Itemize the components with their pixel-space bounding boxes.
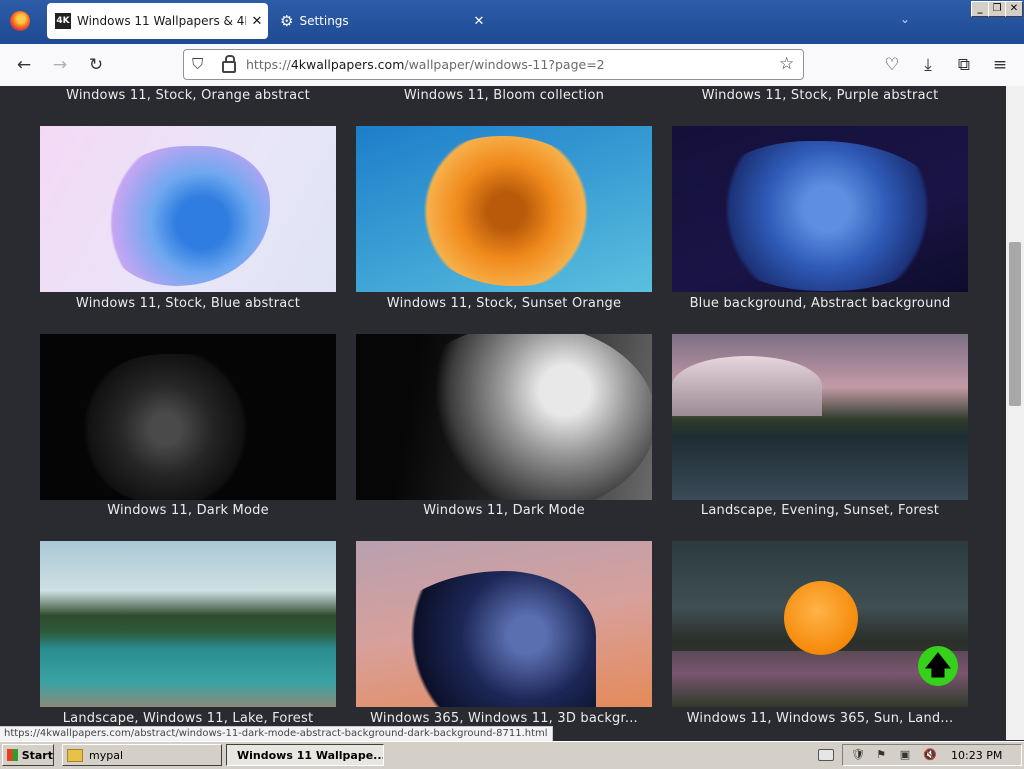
maximize-button[interactable]: ❐ xyxy=(988,1,1006,17)
clock[interactable]: 10:23 PM xyxy=(951,749,1002,762)
network-icon[interactable]: ▣ xyxy=(899,749,911,761)
wallpaper-caption[interactable]: Windows 11, Stock, Sunset Orange xyxy=(356,296,652,311)
reload-icon: ↻ xyxy=(88,55,104,75)
wallpaper-gallery: Windows 11, Stock, Orange abstract Windo… xyxy=(0,86,1006,740)
download-icon: ⤓ xyxy=(924,55,932,75)
wallpaper-caption[interactable]: Windows 11, Dark Mode xyxy=(40,503,336,518)
wallpaper-thumbnail[interactable] xyxy=(356,541,652,707)
url-path: /wallpaper/windows-11?page=2 xyxy=(404,57,605,72)
system-tray: 🛡 ⚑ ▣ 🔇 10:23 PM xyxy=(842,744,1022,766)
extensions-button[interactable]: ⧉ xyxy=(952,53,976,77)
tab-settings[interactable]: ⚙ Settings ✕ xyxy=(272,3,490,39)
start-label: Start xyxy=(21,748,53,762)
tab-title: Windows 11 Wallpapers & 4K Backgrounds xyxy=(77,14,246,28)
abstract-shape xyxy=(396,334,652,500)
tab-title: Settings xyxy=(299,14,349,28)
wallpaper-caption[interactable]: Windows 11, Stock, Blue abstract xyxy=(40,296,336,311)
abstract-shape xyxy=(411,136,601,286)
tab-bar: 4K Windows 11 Wallpapers & 4K Background… xyxy=(0,0,1024,44)
flag-icon[interactable]: ⚑ xyxy=(875,749,887,761)
wallpaper-caption[interactable]: Landscape, Windows 11, Lake, Forest xyxy=(40,711,336,726)
shield-icon[interactable]: ⛉ xyxy=(192,55,203,73)
wallpaper-caption[interactable]: Landscape, Evening, Sunset, Forest xyxy=(672,503,968,518)
taskbar-item-browser[interactable]: Windows 11 Wallpape... xyxy=(226,744,384,766)
scroll-to-top-button[interactable]: 🡅 xyxy=(918,646,958,686)
wallpaper-thumbnail[interactable] xyxy=(40,126,336,292)
sun-shape xyxy=(784,581,858,655)
start-button[interactable]: Start xyxy=(2,744,54,766)
app-menu-button[interactable]: ≡ xyxy=(988,53,1012,77)
windows-logo-icon xyxy=(7,749,18,761)
arrow-right-icon: → xyxy=(52,55,68,75)
wallpaper-caption[interactable]: Windows 11, Bloom collection xyxy=(356,88,652,103)
puzzle-icon: ⧉ xyxy=(957,55,971,75)
wallpaper-caption[interactable]: Windows 11, Windows 365, Sun, Land... xyxy=(672,711,968,726)
volume-muted-icon[interactable]: 🔇 xyxy=(923,749,937,761)
close-tab-icon[interactable]: ✕ xyxy=(468,14,490,29)
reload-button[interactable]: ↻ xyxy=(84,53,108,77)
status-link-preview: https://4kwallpapers.com/abstract/window… xyxy=(0,726,553,742)
security-shield-icon[interactable]: 🛡 xyxy=(851,749,865,761)
keyboard-icon[interactable] xyxy=(818,749,834,761)
wallpaper-thumbnail[interactable] xyxy=(356,126,652,292)
wallpaper-thumbnail[interactable] xyxy=(40,541,336,707)
wallpaper-caption[interactable]: Windows 11, Dark Mode xyxy=(356,503,652,518)
pocket-button[interactable]: ♡ xyxy=(880,53,904,77)
minimize-button[interactable]: _ xyxy=(971,1,989,17)
pocket-icon: ♡ xyxy=(884,55,900,75)
abstract-shape xyxy=(100,146,270,286)
hamburger-menu-icon: ≡ xyxy=(992,55,1008,75)
taskbar-item-mypal[interactable]: mypal xyxy=(62,744,222,766)
url-text[interactable]: https://4kwallpapers.com/wallpaper/windo… xyxy=(246,57,605,72)
wallpaper-caption[interactable]: Windows 365, Windows 11, 3D backgr... xyxy=(356,711,652,726)
wallpaper-caption[interactable]: Windows 11, Stock, Purple abstract xyxy=(672,88,968,103)
folder-icon xyxy=(67,748,83,762)
windows-taskbar: Start mypal Windows 11 Wallpape... 🛡 ⚑ ▣… xyxy=(0,741,1024,769)
tab-wallpapers[interactable]: 4K Windows 11 Wallpapers & 4K Background… xyxy=(47,3,268,39)
gear-icon: ⚙ xyxy=(280,12,294,30)
arrow-left-icon: ← xyxy=(16,55,32,75)
navigation-toolbar: ← → ↻ ⛉ https://4kwallpapers.com/wallpap… xyxy=(0,44,1024,87)
wallpaper-thumbnail[interactable] xyxy=(672,541,968,707)
mountain-shape xyxy=(672,356,822,416)
firefox-logo-icon[interactable] xyxy=(10,11,30,31)
taskbar-item-label: mypal xyxy=(89,748,124,762)
abstract-shape xyxy=(366,571,596,707)
url-bar[interactable]: ⛉ https://4kwallpapers.com/wallpaper/win… xyxy=(183,49,804,80)
downloads-button[interactable]: ⤓ xyxy=(916,53,940,77)
page-scrollbar[interactable] xyxy=(1006,86,1024,740)
back-button[interactable]: ← xyxy=(12,53,36,77)
forward-button[interactable]: → xyxy=(48,53,72,77)
abstract-shape xyxy=(702,141,952,291)
site-favicon-icon: 4K xyxy=(55,13,71,29)
abstract-shape xyxy=(80,354,270,500)
wallpaper-caption[interactable]: Windows 11, Stock, Orange abstract xyxy=(40,88,336,103)
url-host: 4kwallpapers.com xyxy=(290,57,405,72)
wallpaper-thumbnail[interactable] xyxy=(672,126,968,292)
taskbar-item-label: Windows 11 Wallpape... xyxy=(237,748,384,762)
scrollbar-thumb[interactable] xyxy=(1009,242,1021,406)
wallpaper-thumbnail[interactable] xyxy=(356,334,652,500)
arrow-up-icon: 🡅 xyxy=(924,651,952,681)
close-window-button[interactable]: ✕ xyxy=(1005,1,1023,17)
wallpaper-thumbnail[interactable] xyxy=(672,334,968,500)
wallpaper-caption[interactable]: Blue background, Abstract background xyxy=(672,296,968,311)
star-icon[interactable]: ☆ xyxy=(779,54,794,74)
lock-icon[interactable] xyxy=(222,55,236,73)
wallpaper-thumbnail[interactable] xyxy=(40,334,336,500)
url-scheme: https:// xyxy=(246,57,291,72)
list-all-tabs-icon[interactable]: ⌄ xyxy=(900,12,910,26)
close-tab-icon[interactable]: ✕ xyxy=(246,14,268,29)
